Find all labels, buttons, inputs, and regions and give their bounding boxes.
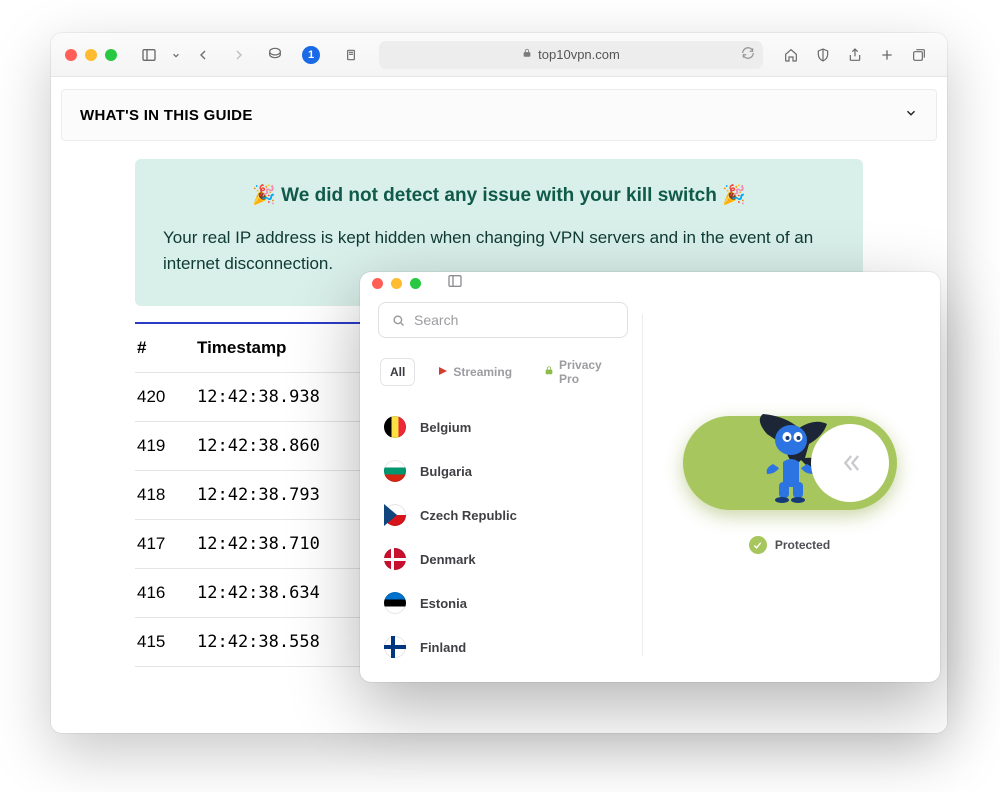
guide-accordion[interactable]: WHAT'S IN THIS GUIDE	[61, 89, 937, 141]
check-icon	[749, 536, 767, 554]
country-item[interactable]: Estonia	[378, 582, 628, 624]
vpn-minimize-button[interactable]	[391, 278, 402, 289]
window-controls	[65, 49, 117, 61]
country-name: Czech Republic	[420, 508, 517, 523]
home-button[interactable]	[777, 41, 805, 69]
cell-num: 417	[135, 519, 195, 568]
cell-num: 415	[135, 617, 195, 666]
vpn-close-button[interactable]	[372, 278, 383, 289]
country-item[interactable]: Czech Republic	[378, 494, 628, 536]
banner-subtitle: Your real IP address is kept hidden when…	[163, 225, 835, 278]
vpn-divider	[642, 314, 643, 656]
play-icon	[438, 365, 448, 379]
cell-num: 416	[135, 568, 195, 617]
vpn-app-window: Search All Streaming Privacy Pro	[360, 272, 940, 682]
website-settings-icon[interactable]	[337, 41, 365, 69]
vpn-status: Protected	[749, 536, 830, 554]
url-text: top10vpn.com	[538, 47, 620, 62]
fullscreen-window-button[interactable]	[105, 49, 117, 61]
col-header-num: #	[135, 324, 195, 373]
shield-icon[interactable]	[809, 41, 837, 69]
vpn-status-label: Protected	[775, 538, 830, 552]
sidebar-toggle-button[interactable]	[135, 41, 163, 69]
chevron-down-icon	[904, 106, 918, 124]
flag-icon	[384, 504, 406, 526]
search-placeholder: Search	[414, 312, 458, 328]
flag-icon	[384, 592, 406, 614]
forward-button[interactable]	[225, 41, 253, 69]
cell-num: 419	[135, 421, 195, 470]
lock-icon	[544, 365, 554, 379]
cell-num: 420	[135, 372, 195, 421]
country-name: Bulgaria	[420, 464, 472, 479]
country-name: Estonia	[420, 596, 467, 611]
tab-all[interactable]: All	[380, 358, 415, 386]
tab-overview-button[interactable]	[905, 41, 933, 69]
back-button[interactable]	[189, 41, 217, 69]
vpn-sidebar-toggle-icon[interactable]	[447, 273, 463, 294]
vpn-left-panel: Search All Streaming Privacy Pro	[378, 302, 628, 668]
country-name: Denmark	[420, 552, 476, 567]
vpn-connection-toggle[interactable]	[683, 416, 897, 510]
flag-icon	[384, 460, 406, 482]
flag-icon	[384, 416, 406, 438]
country-item[interactable]: Bulgaria	[378, 450, 628, 492]
lock-icon	[522, 47, 532, 62]
country-item[interactable]: Belgium	[378, 406, 628, 448]
minimize-window-button[interactable]	[85, 49, 97, 61]
privacy-report-icon[interactable]	[261, 41, 289, 69]
country-item[interactable]: Denmark	[378, 538, 628, 580]
new-tab-button[interactable]	[873, 41, 901, 69]
vpn-fullscreen-button[interactable]	[410, 278, 421, 289]
onepassword-extension-icon[interactable]: 1	[297, 41, 325, 69]
share-button[interactable]	[841, 41, 869, 69]
banner-title: 🎉 We did not detect any issue with your …	[163, 183, 835, 207]
tab-group-dropdown-icon[interactable]	[171, 41, 181, 69]
vpn-country-list: Belgium Bulgaria Czech Republic Denmark Esto…	[378, 406, 628, 668]
tab-privacy-pro[interactable]: Privacy Pro	[535, 352, 626, 392]
country-item[interactable]: Finland	[378, 626, 628, 668]
close-window-button[interactable]	[65, 49, 77, 61]
vpn-tabs: All Streaming Privacy Pro	[380, 352, 626, 392]
accordion-label: WHAT'S IN THIS GUIDE	[80, 107, 253, 124]
toolbar-right	[777, 41, 933, 69]
toggle-knob	[811, 424, 889, 502]
vpn-search-input[interactable]: Search	[378, 302, 628, 338]
vpn-right-panel: Protected	[657, 302, 922, 668]
country-name: Belgium	[420, 420, 471, 435]
vpn-titlebar	[360, 272, 940, 294]
tab-streaming[interactable]: Streaming	[429, 359, 521, 385]
address-bar[interactable]: top10vpn.com	[379, 41, 763, 69]
flag-icon	[384, 636, 406, 658]
country-name: Finland	[420, 640, 466, 655]
reload-icon[interactable]	[741, 46, 755, 63]
safari-toolbar: 1 top10vpn.com	[51, 33, 947, 77]
cell-num: 418	[135, 470, 195, 519]
flag-icon	[384, 548, 406, 570]
